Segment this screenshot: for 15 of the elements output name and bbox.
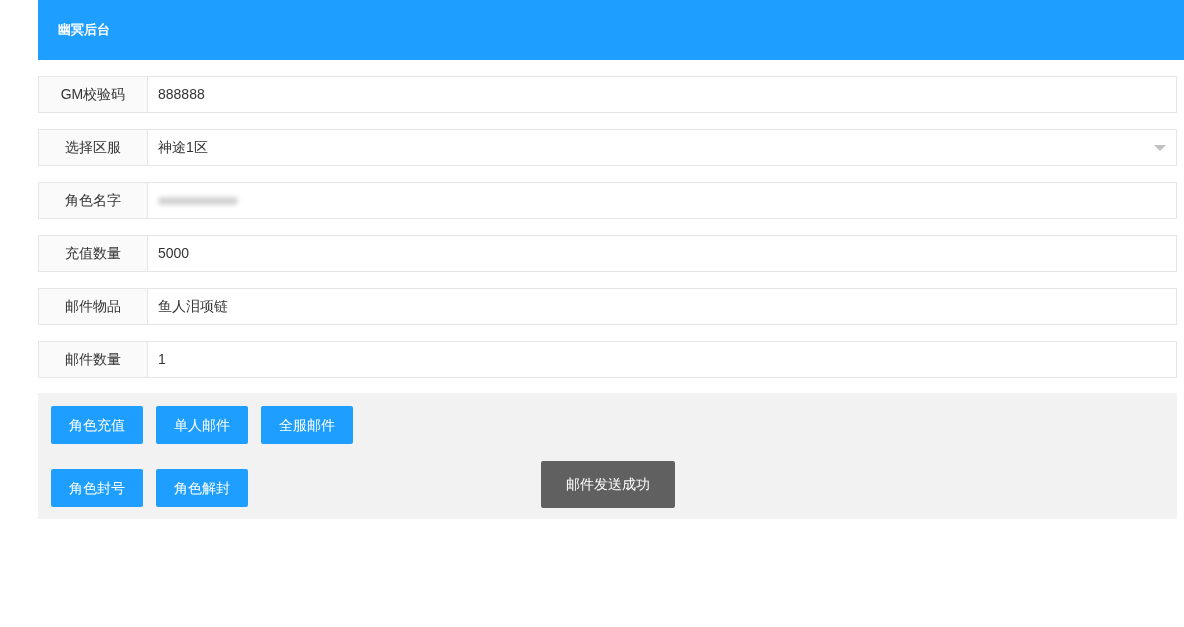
input-field[interactable]: 鱼人泪项链 (148, 288, 1177, 325)
header-title: 幽冥后台 (58, 21, 110, 40)
field-label: 邮件数量 (38, 341, 148, 378)
input-field[interactable]: 1 (148, 341, 1177, 378)
input-field[interactable]: 888888 (148, 76, 1177, 113)
toast-message: 邮件发送成功 (541, 461, 675, 508)
input-field[interactable]: 5000 (148, 235, 1177, 272)
input-field[interactable] (148, 182, 1177, 219)
field-label: 角色名字 (38, 182, 148, 219)
caret-icon (1154, 144, 1166, 151)
field-label: 充值数量 (38, 235, 148, 272)
field-label: 选择区服 (38, 129, 148, 166)
field-label: GM校验码 (38, 76, 148, 113)
select-field[interactable]: 神途1区 (148, 129, 1177, 166)
field-label: 邮件物品 (38, 288, 148, 325)
